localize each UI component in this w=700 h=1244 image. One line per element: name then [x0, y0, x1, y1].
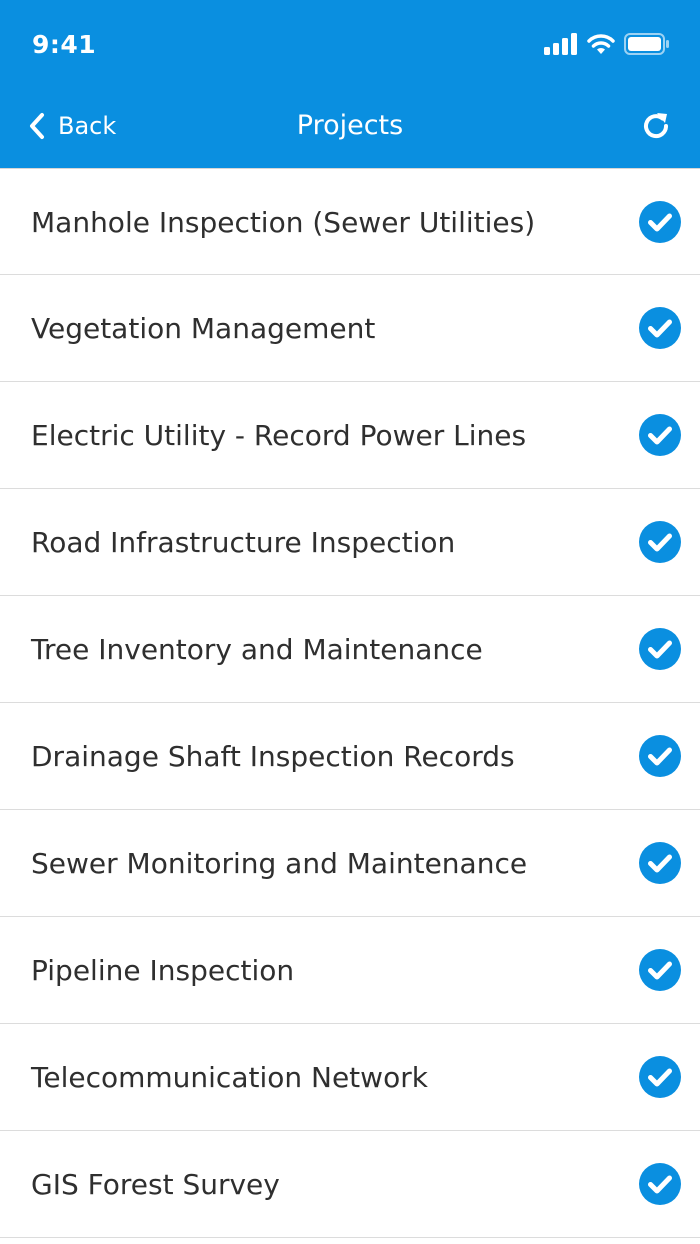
project-label: Sewer Monitoring and Maintenance [31, 847, 528, 880]
back-button[interactable]: Back [28, 108, 116, 144]
project-label: Manhole Inspection (Sewer Utilities) [31, 206, 536, 239]
project-list-item[interactable]: GIS Forest Survey [0, 1131, 700, 1238]
check-circle-icon[interactable] [639, 414, 681, 456]
refresh-icon [644, 113, 669, 139]
project-list-item[interactable]: Electric Utility - Record Power Lines [0, 382, 700, 489]
battery-icon [624, 33, 669, 55]
project-list-item[interactable]: Road Infrastructure Inspection [0, 489, 700, 596]
status-bar: 9:41 [0, 0, 700, 90]
navigation-bar: Projects Back [0, 90, 700, 168]
app-header: 9:41 Projects Back [0, 0, 700, 168]
project-label: Vegetation Management [31, 312, 376, 345]
wifi-icon [587, 34, 615, 54]
project-list-item[interactable]: Telecommunication Network [0, 1024, 700, 1131]
project-label: Electric Utility - Record Power Lines [31, 419, 527, 452]
check-circle-icon[interactable] [639, 1163, 681, 1205]
check-circle-icon[interactable] [639, 201, 681, 243]
project-list: Manhole Inspection (Sewer Utilities) Vege… [0, 168, 700, 1238]
project-label: Road Infrastructure Inspection [31, 526, 456, 559]
check-circle-icon[interactable] [639, 1056, 681, 1098]
project-list-item[interactable]: Vegetation Management [0, 275, 700, 382]
project-list-item[interactable]: Drainage Shaft Inspection Records [0, 703, 700, 810]
check-circle-icon[interactable] [639, 521, 681, 563]
project-list-item[interactable]: Sewer Monitoring and Maintenance [0, 810, 700, 917]
project-list-item[interactable]: Tree Inventory and Maintenance [0, 596, 700, 703]
project-label: Drainage Shaft Inspection Records [31, 740, 515, 773]
status-icons [544, 33, 670, 55]
project-label: Telecommunication Network [31, 1061, 428, 1094]
check-circle-icon[interactable] [639, 842, 681, 884]
chevron-left-icon [30, 113, 44, 139]
check-circle-icon[interactable] [639, 949, 681, 991]
check-circle-icon[interactable] [639, 307, 681, 349]
project-label: Pipeline Inspection [31, 954, 295, 987]
check-circle-icon[interactable] [639, 628, 681, 670]
project-list-item[interactable]: Manhole Inspection (Sewer Utilities) [0, 168, 700, 275]
signal-icon [544, 33, 577, 55]
refresh-button[interactable] [640, 110, 672, 142]
status-time: 9:41 [32, 30, 97, 59]
project-list-item[interactable]: Pipeline Inspection [0, 917, 700, 1024]
check-circle-icon[interactable] [639, 735, 681, 777]
back-label: Back [58, 112, 117, 140]
project-label: Tree Inventory and Maintenance [31, 633, 483, 666]
project-label: GIS Forest Survey [31, 1168, 280, 1201]
